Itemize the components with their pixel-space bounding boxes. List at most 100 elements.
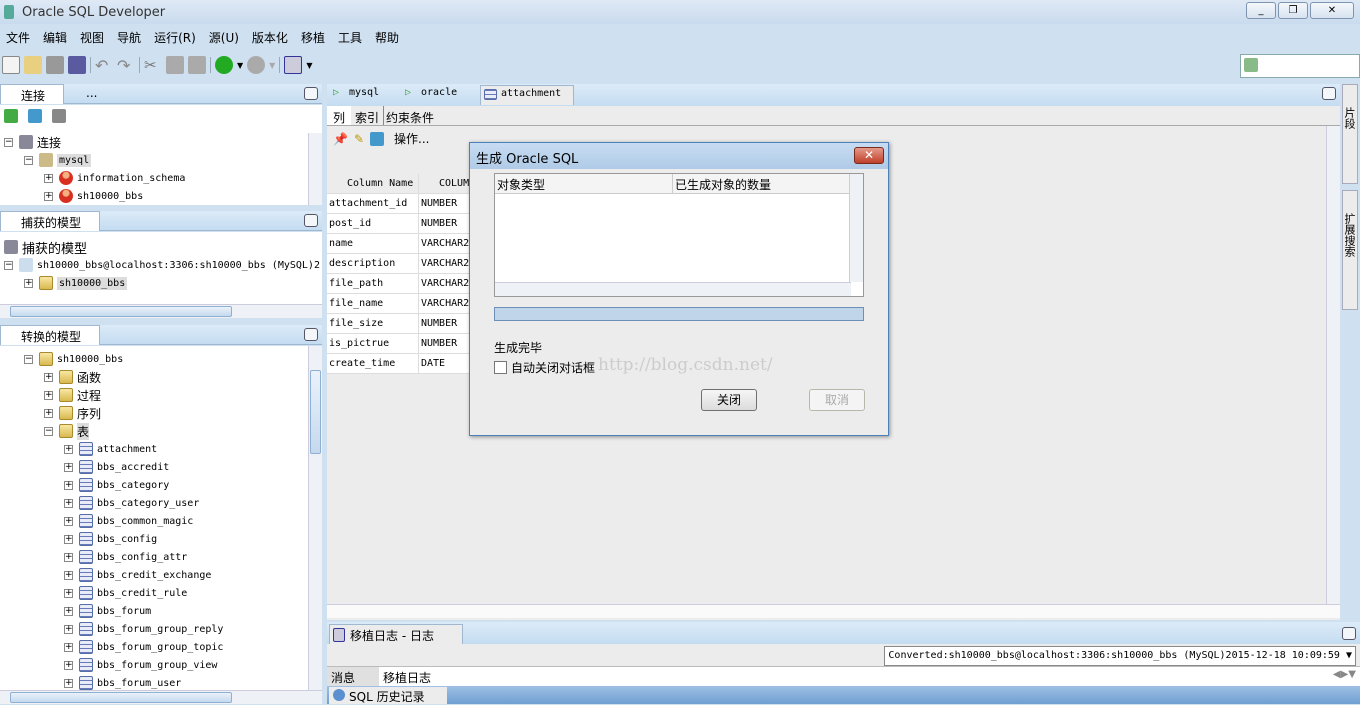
menu-versioning[interactable]: 版本化 [246, 26, 295, 48]
refresh-icon[interactable] [370, 131, 385, 146]
paste-icon[interactable] [188, 56, 206, 74]
dialog-close-button[interactable]: ✕ [854, 147, 884, 164]
auto-close-checkbox[interactable]: 自动关闭对话框 [494, 359, 595, 376]
save-icon[interactable] [46, 56, 64, 74]
actions-menu[interactable]: 操作... [394, 130, 429, 147]
tree-item-table[interactable]: + bbs_accredit [64, 458, 169, 476]
tree-item-table[interactable]: + bbs_config [64, 530, 157, 548]
cancel-button[interactable]: 取消 [809, 389, 865, 411]
redo-icon[interactable]: ↷ [117, 56, 135, 75]
minimize-panel-button[interactable] [304, 87, 318, 100]
filter-icon[interactable] [52, 109, 66, 123]
open-icon[interactable] [24, 56, 42, 74]
menu-edit[interactable]: 编辑 [37, 26, 74, 48]
subtab-columns[interactable]: 列 [327, 106, 352, 125]
tab-captured-models[interactable]: 捕获的模型 [0, 211, 100, 231]
tree-item-mysql[interactable]: − mysql [24, 151, 92, 169]
table-row[interactable]: name VARCHAR2 [327, 234, 479, 254]
tab-migration-log-sub[interactable]: 移植日志 [381, 667, 433, 688]
tab-connections[interactable]: 连接 [0, 84, 64, 104]
tree-item-table[interactable]: + bbs_forum_group_topic [64, 638, 223, 656]
tree-item-table[interactable]: + bbs_category [64, 476, 169, 494]
tab-reports[interactable]: ... [66, 84, 126, 104]
minimize-panel-button[interactable] [1342, 627, 1356, 640]
table-row[interactable]: file_size NUMBER [327, 314, 479, 334]
tab-files[interactable] [128, 84, 158, 104]
vertical-scrollbar[interactable] [849, 174, 863, 282]
vertical-scrollbar[interactable] [1326, 126, 1340, 606]
forward-icon[interactable] [247, 56, 266, 74]
new-icon[interactable] [2, 56, 20, 74]
table-row[interactable]: file_path VARCHAR2 [327, 274, 479, 294]
copy-icon[interactable] [166, 56, 184, 74]
minimize-button[interactable]: _ [1246, 2, 1276, 19]
menu-view[interactable]: 视图 [74, 26, 111, 48]
vertical-scrollbar[interactable] [308, 133, 322, 205]
tab-list-dropdown[interactable] [1322, 87, 1336, 100]
log-nav-buttons[interactable]: ◀▶▼ [1333, 669, 1356, 680]
cut-icon[interactable]: ✂ [144, 56, 162, 74]
tree-root-connections[interactable]: − 连接 [4, 133, 61, 151]
horizontal-scrollbar[interactable] [327, 604, 1340, 618]
menu-help[interactable]: 帮助 [369, 26, 406, 48]
menu-source[interactable]: 源(U) [203, 26, 246, 48]
horizontal-scrollbar[interactable] [0, 690, 322, 704]
checkbox-icon[interactable] [494, 361, 507, 374]
table-row[interactable]: file_name VARCHAR2 [327, 294, 479, 314]
table-row[interactable]: post_id NUMBER [327, 214, 479, 234]
undo-icon[interactable]: ↶ [95, 56, 113, 75]
tab-mysql[interactable]: ▷ mysql [329, 85, 399, 105]
save-all-icon[interactable] [68, 56, 86, 74]
tree-item[interactable]: + information_schema [44, 169, 185, 187]
tree-item-table[interactable]: + bbs_common_magic [64, 512, 193, 530]
column-header[interactable]: 已生成对象的数量 [673, 174, 773, 193]
tree-item-table[interactable]: + bbs_forum_group_view [64, 656, 217, 674]
tree-item-table[interactable]: + bbs_forum_group_reply [64, 620, 223, 638]
tree-item-table[interactable]: + attachment [64, 440, 157, 458]
edit-icon[interactable]: ✎ [354, 132, 364, 146]
minimize-panel-button[interactable] [304, 214, 318, 227]
log-select[interactable]: Converted:sh10000_bbs@localhost:3306:sh1… [884, 646, 1356, 666]
tree-item-captured-connection[interactable]: − sh10000_bbs@localhost:3306:sh10000_bbs … [4, 256, 320, 274]
pin-icon[interactable]: 📌 [333, 132, 348, 146]
tree-folder-tables[interactable]: − 表 [44, 422, 90, 440]
menu-navigate[interactable]: 导航 [111, 26, 148, 48]
tree-item-table[interactable]: + bbs_credit_exchange [64, 566, 211, 584]
horizontal-scrollbar[interactable] [495, 282, 851, 296]
tab-messages[interactable]: 消息 [327, 667, 379, 686]
column-header[interactable]: Column Name [327, 174, 419, 193]
restore-button[interactable]: ❐ [1278, 2, 1308, 19]
refresh-icon[interactable] [28, 109, 42, 123]
back-icon[interactable] [215, 56, 233, 74]
table-row[interactable]: is_pictrue NUMBER [327, 334, 479, 354]
tree-item-schema[interactable]: − sh10000_bbs [24, 350, 123, 368]
table-row[interactable]: description VARCHAR2 [327, 254, 479, 274]
tab-converted-models[interactable]: 转换的模型 [0, 325, 100, 345]
menu-migration[interactable]: 移植 [295, 26, 332, 48]
tab-sql-history[interactable]: SQL 历史记录 [329, 687, 447, 704]
close-dialog-button[interactable]: 关闭 [701, 389, 757, 411]
tree-item-table[interactable]: + bbs_category_user [64, 494, 199, 512]
tab-attachment[interactable]: attachment [480, 85, 574, 105]
sql-worksheet-icon[interactable] [284, 56, 303, 74]
tab-oracle[interactable]: ▷ oracle [401, 85, 479, 105]
tree-item-table[interactable]: + bbs_credit_rule [64, 584, 187, 602]
tree-root-captured[interactable]: 捕获的模型 [4, 238, 87, 257]
connection-selector[interactable] [1240, 54, 1360, 78]
tree-item[interactable]: + sh10000_bbs [44, 187, 143, 205]
menu-tools[interactable]: 工具 [332, 26, 369, 48]
tree-folder-sequences[interactable]: + 序列 [44, 404, 101, 422]
add-connection-icon[interactable] [4, 109, 18, 123]
tree-item[interactable]: + sh10000_bbs [24, 274, 128, 292]
close-button[interactable]: ✕ [1310, 2, 1354, 19]
snippets-tab[interactable]: 片段 [1342, 84, 1358, 184]
table-row[interactable]: attachment_id NUMBER [327, 194, 479, 214]
tab-migration-log[interactable]: 移植日志 - 日志 [329, 624, 463, 644]
menu-file[interactable]: 文件 [0, 26, 37, 48]
tree-folder-procedures[interactable]: + 过程 [44, 386, 101, 404]
horizontal-scrollbar[interactable] [0, 304, 322, 318]
minimize-panel-button[interactable] [304, 328, 318, 341]
subtab-constraints[interactable]: 约束条件 [383, 106, 436, 125]
tree-item-table[interactable]: + bbs_forum [64, 602, 151, 620]
subtab-indexes[interactable]: 索引 [351, 106, 383, 125]
